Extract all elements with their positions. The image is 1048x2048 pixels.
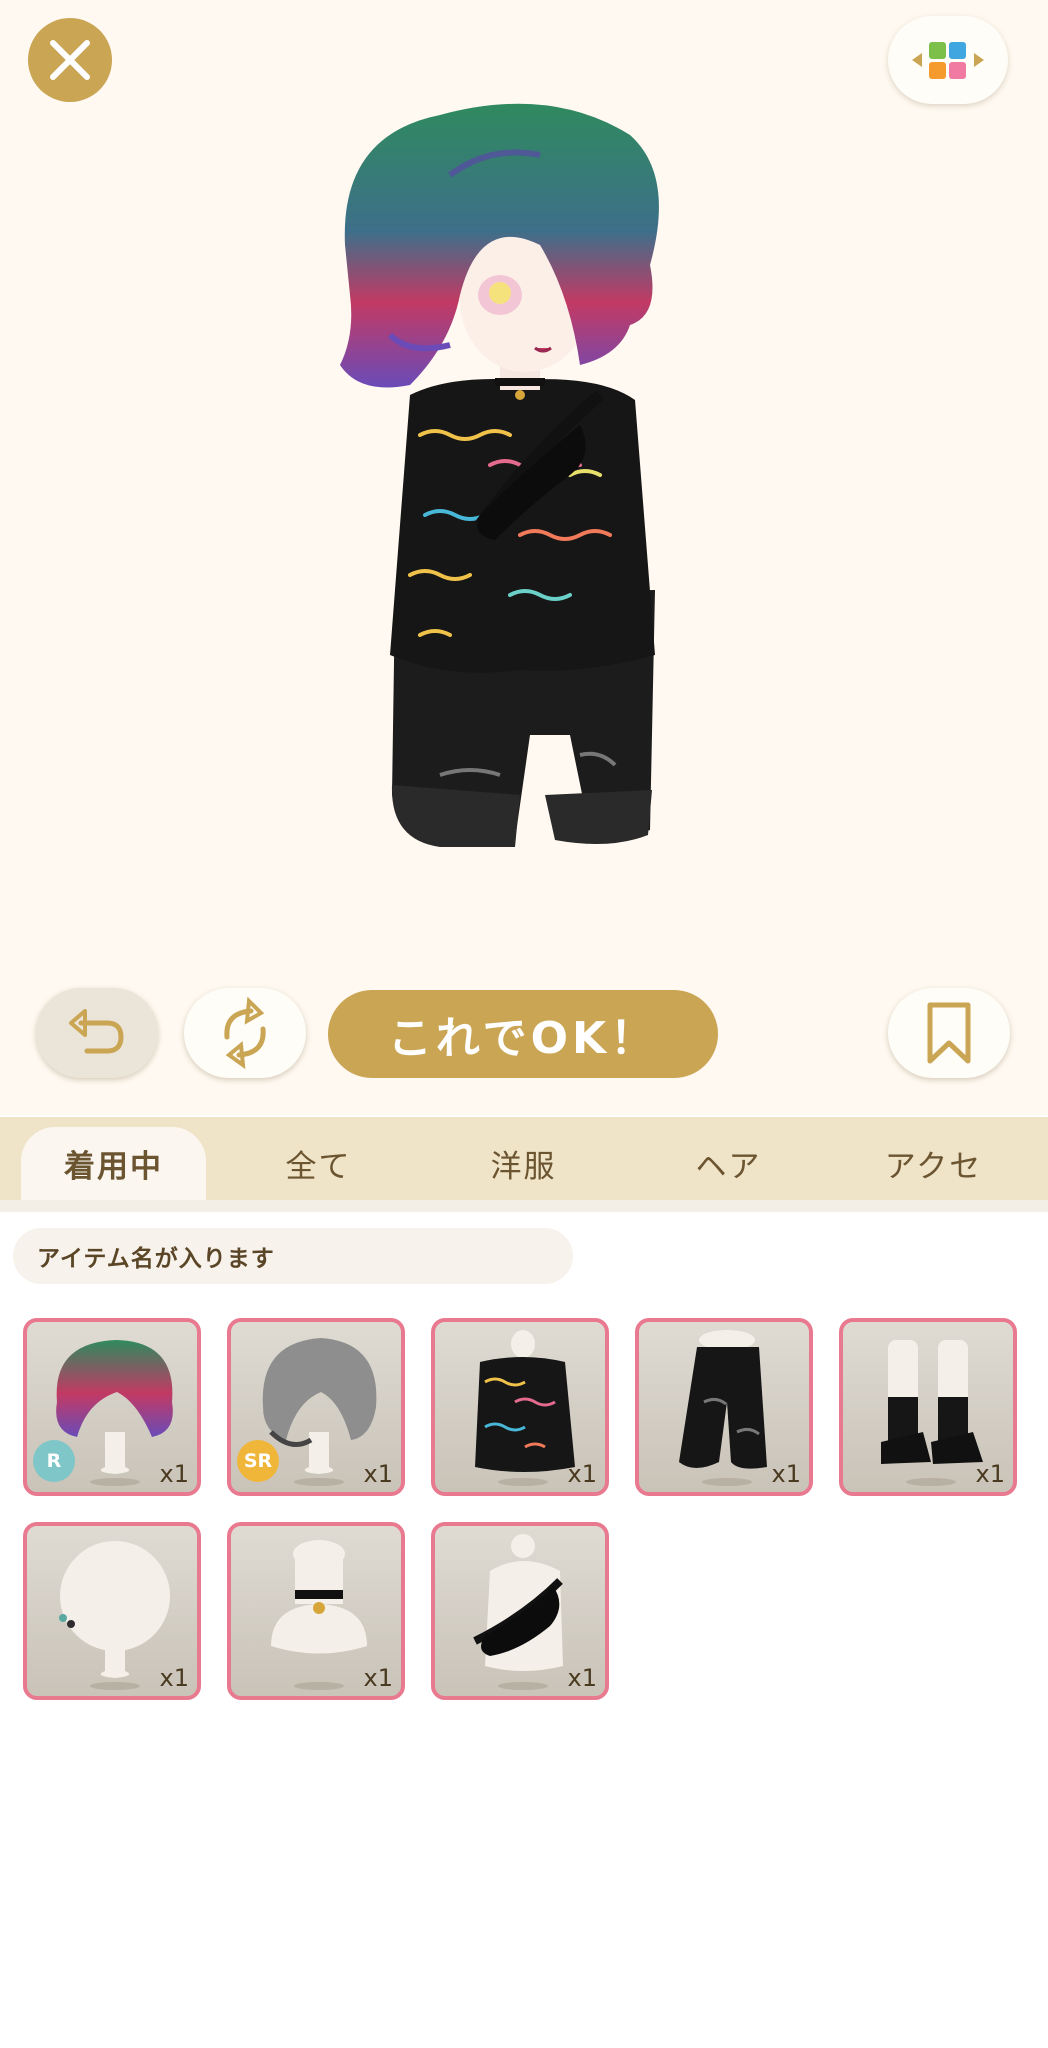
- rarity-badge: SR: [237, 1440, 279, 1482]
- item-count: x1: [567, 1460, 597, 1488]
- item-pants[interactable]: x1: [635, 1318, 813, 1496]
- layout-toggle-button[interactable]: [888, 16, 1008, 104]
- bookmark-icon: [927, 1002, 971, 1064]
- item-sweater[interactable]: x1: [431, 1318, 609, 1496]
- item-count: x1: [567, 1664, 597, 1692]
- close-button[interactable]: [28, 18, 112, 102]
- tab-clothes[interactable]: 洋服: [431, 1127, 616, 1200]
- tab-hair[interactable]: ヘア: [636, 1127, 821, 1200]
- tab-all[interactable]: 全て: [226, 1127, 411, 1200]
- item-count: x1: [363, 1460, 393, 1488]
- bookmark-button[interactable]: [888, 988, 1010, 1078]
- item-count: x1: [975, 1460, 1005, 1488]
- item-earring[interactable]: x1: [23, 1522, 201, 1700]
- tab-wearing[interactable]: 着用中: [21, 1127, 206, 1200]
- item-choker[interactable]: x1: [227, 1522, 405, 1700]
- item-count: x1: [159, 1664, 189, 1692]
- category-tabs: 着用中 全て 洋服 ヘア アクセ: [0, 1117, 1048, 1200]
- item-count: x1: [771, 1460, 801, 1488]
- color-grid-icon: [912, 42, 984, 79]
- rarity-badge: R: [33, 1440, 75, 1482]
- item-shoes[interactable]: x1: [839, 1318, 1017, 1496]
- item-hair-gradient[interactable]: R x1: [23, 1318, 201, 1496]
- undo-icon: [69, 1009, 124, 1054]
- item-count: x1: [363, 1664, 393, 1692]
- avatar-character: [340, 103, 659, 847]
- item-bag[interactable]: x1: [431, 1522, 609, 1700]
- item-count: x1: [159, 1460, 189, 1488]
- rotate-button[interactable]: [184, 988, 306, 1078]
- tab-divider: [0, 1200, 1048, 1212]
- item-name-field[interactable]: アイテム名が入ります: [13, 1228, 573, 1284]
- item-hair-gray[interactable]: SR x1: [227, 1318, 405, 1496]
- close-icon: [50, 40, 90, 80]
- avatar-stage: これでOK！: [0, 0, 1048, 1115]
- undo-button[interactable]: [36, 988, 158, 1078]
- rotate-icon: [224, 997, 266, 1069]
- tab-accessories[interactable]: アクセ: [841, 1127, 1026, 1200]
- confirm-outfit-button[interactable]: これでOK！: [328, 990, 718, 1078]
